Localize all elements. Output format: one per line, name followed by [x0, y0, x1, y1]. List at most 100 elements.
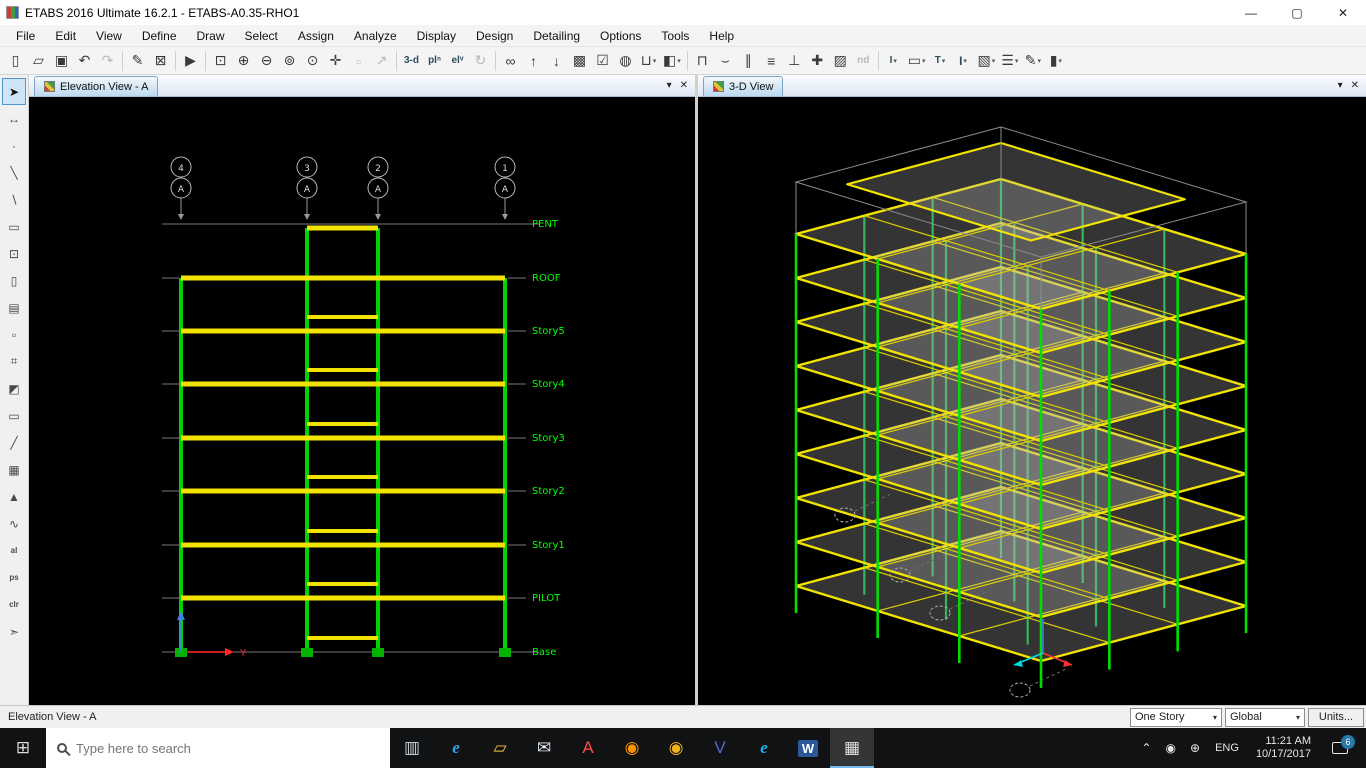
taskbar-store[interactable]: ▥: [390, 728, 434, 768]
draw-wall-icon[interactable]: ▫: [2, 321, 26, 348]
menu-options[interactable]: Options: [590, 26, 651, 46]
dropdown-arrow-icon[interactable]: ▾: [992, 57, 996, 65]
dropdown-arrow-icon[interactable]: ▾: [653, 57, 657, 65]
taskbar-search[interactable]: [46, 728, 390, 768]
rubber-band-zoom-icon[interactable]: ⊡: [209, 49, 232, 72]
steel-design-icon[interactable]: I ▾: [882, 49, 905, 72]
select-pointer-icon[interactable]: ➤: [2, 78, 26, 105]
pan-icon[interactable]: ✛: [324, 49, 347, 72]
pane-close-icon[interactable]: ✕: [1351, 80, 1359, 91]
menu-view[interactable]: View: [86, 26, 132, 46]
draw-floor-icon[interactable]: ▯: [2, 267, 26, 294]
shell-output-icon[interactable]: ≡: [760, 49, 783, 72]
draw-joint-icon[interactable]: ·: [2, 132, 26, 159]
pane-menu-icon[interactable]: ▾: [667, 80, 672, 91]
taskbar-visio[interactable]: V: [698, 728, 742, 768]
elevation-view-canvas[interactable]: 4 A 3 A 2 A 1 A PENT ROOF Story5 Story4 Story3 Story2…: [29, 97, 695, 705]
view-3d-button[interactable]: 3-d: [400, 49, 423, 72]
draw-ref-line-icon[interactable]: ╱: [2, 429, 26, 456]
new-model-icon[interactable]: ▯: [4, 49, 27, 72]
draw-grid-icon[interactable]: ▦: [2, 456, 26, 483]
taskbar-firefox[interactable]: ◉: [610, 728, 654, 768]
select-by-poly-icon[interactable]: ➣: [2, 618, 26, 645]
section-designer-icon[interactable]: I ▾: [952, 49, 975, 72]
draw-frame-props-icon[interactable]: ⊓: [691, 49, 714, 72]
taskbar-clock[interactable]: 11:21 AM 10/17/2017: [1247, 735, 1320, 761]
save-icon[interactable]: ▣: [50, 49, 73, 72]
zoom-full-icon[interactable]: ⊚: [278, 49, 301, 72]
menu-file[interactable]: File: [6, 26, 45, 46]
menu-tools[interactable]: Tools: [651, 26, 699, 46]
draw-section-cut-icon[interactable]: ∿: [2, 510, 26, 537]
zoom-in-icon[interactable]: ⊕: [232, 49, 255, 72]
taskbar-acrobat[interactable]: A: [566, 728, 610, 768]
run-analysis-icon[interactable]: ▶: [179, 49, 202, 72]
perspective-toggle-icon[interactable]: ∞: [499, 49, 522, 72]
draw-window-icon[interactable]: ◩: [2, 375, 26, 402]
quick-floor-icon[interactable]: ▤: [2, 294, 26, 321]
display-options-icon[interactable]: ☑: [591, 49, 614, 72]
frame-output-icon[interactable]: ∥: [737, 49, 760, 72]
composite-design-icon[interactable]: T ▾: [929, 49, 952, 72]
menu-define[interactable]: Define: [132, 26, 187, 46]
reshape-object-icon[interactable]: ↔: [2, 105, 26, 132]
menu-analyze[interactable]: Analyze: [344, 26, 407, 46]
zoom-out-icon[interactable]: ⊖: [255, 49, 278, 72]
check-model-icon[interactable]: ✚: [806, 49, 829, 72]
maximize-button[interactable]: ▢: [1274, 0, 1320, 25]
menu-assign[interactable]: Assign: [288, 26, 344, 46]
quick-wall-icon[interactable]: ⌗: [2, 348, 26, 375]
clear-selection-icon[interactable]: clr: [2, 591, 26, 618]
view-plan-button[interactable]: plⁿ: [423, 49, 446, 72]
menu-edit[interactable]: Edit: [45, 26, 86, 46]
undo-icon[interactable]: ↶: [73, 49, 96, 72]
report-icon[interactable]: ▮ ▾: [1044, 49, 1067, 72]
dropdown-arrow-icon[interactable]: ▾: [1037, 57, 1041, 65]
detailing-lines-icon[interactable]: ☰ ▾: [998, 49, 1021, 72]
select-all-icon[interactable]: al: [2, 537, 26, 564]
threed-view-canvas[interactable]: [698, 97, 1366, 705]
move-down-story-icon[interactable]: ↓: [545, 49, 568, 72]
pane-menu-icon[interactable]: ▾: [1338, 80, 1343, 91]
menu-select[interactable]: Select: [235, 26, 288, 46]
draw-dimension-icon[interactable]: ▲: [2, 483, 26, 510]
support-assign-icon[interactable]: ⊥: [783, 49, 806, 72]
pane-close-icon[interactable]: ✕: [680, 80, 688, 91]
action-center-button[interactable]: 6: [1320, 735, 1360, 754]
menu-design[interactable]: Design: [466, 26, 523, 46]
menu-display[interactable]: Display: [407, 26, 466, 46]
pencil-draw-icon[interactable]: ✎: [126, 49, 149, 72]
view-cube-icon[interactable]: ◧ ▾: [660, 49, 684, 72]
dropdown-arrow-icon[interactable]: ▾: [922, 57, 926, 65]
search-input[interactable]: [76, 740, 379, 756]
dropdown-arrow-icon[interactable]: ▾: [677, 57, 681, 65]
dropdown-arrow-icon[interactable]: ▾: [963, 57, 967, 65]
quick-braces-icon[interactable]: ⊡: [2, 240, 26, 267]
tab-elevation-view[interactable]: Elevation View - A: [34, 76, 159, 96]
taskbar-file-explorer[interactable]: ▱: [478, 728, 522, 768]
menu-help[interactable]: Help: [699, 26, 744, 46]
concrete-design-icon[interactable]: ▭ ▾: [905, 49, 929, 72]
draw-frame-icon[interactable]: ╲: [2, 159, 26, 186]
dropdown-arrow-icon[interactable]: ▾: [1058, 57, 1062, 65]
draw-door-icon[interactable]: ▭: [2, 402, 26, 429]
tray-network-icon[interactable]: ⊕: [1183, 741, 1207, 755]
tab-3d-view[interactable]: 3-D View: [703, 76, 784, 96]
lock-model-icon[interactable]: ⊠: [149, 49, 172, 72]
zoom-previous-icon[interactable]: ⊙: [301, 49, 324, 72]
design-combo-icon[interactable]: ▨: [829, 49, 852, 72]
wall-design-icon[interactable]: ▧ ▾: [975, 49, 999, 72]
close-button[interactable]: ✕: [1320, 0, 1366, 25]
taskbar-etabs[interactable]: ▦: [830, 728, 874, 768]
detailing-pen-icon[interactable]: ✎ ▾: [1021, 49, 1044, 72]
coord-system-dropdown[interactable]: Global: [1225, 707, 1305, 727]
taskbar-edge[interactable]: e: [434, 728, 478, 768]
taskbar-word[interactable]: W: [786, 728, 830, 768]
move-up-story-icon[interactable]: ↑: [522, 49, 545, 72]
dropdown-arrow-icon[interactable]: ▾: [893, 57, 897, 65]
tray-defender-icon[interactable]: ◉: [1159, 741, 1183, 755]
units-button[interactable]: Units...: [1308, 707, 1364, 727]
dropdown-arrow-icon[interactable]: ▾: [942, 57, 946, 65]
draw-wall-props-icon[interactable]: ⌣: [714, 49, 737, 72]
view-elevation-button[interactable]: elᵛ: [446, 49, 469, 72]
